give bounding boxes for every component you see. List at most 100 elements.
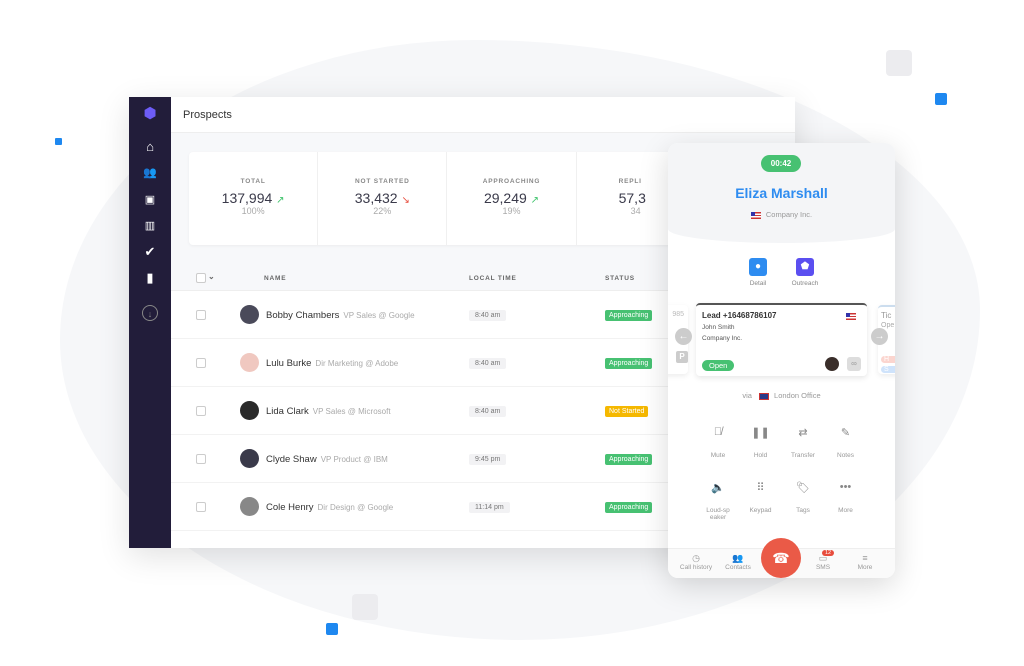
prospect-name[interactable]: Lida Clark VP Sales @ Microsoft (266, 406, 391, 417)
control-more[interactable]: ••• More (821, 481, 871, 514)
status-badge: Approaching (605, 310, 653, 321)
detail-button[interactable]: ● Detail (738, 258, 778, 287)
call-timer: 00:42 (761, 155, 801, 172)
prospect-title: VP Product @ IBM (320, 455, 388, 464)
lead-phone: Lead +16468786107 (702, 311, 777, 320)
decor-square (886, 50, 912, 76)
stat-label: TOTAL (240, 178, 266, 185)
chevron-down-icon[interactable]: ⌄ (208, 272, 216, 281)
prev-arrow-icon[interactable]: ← (675, 328, 692, 345)
lead-card[interactable]: Lead +16468786107 John Smith Company Inc… (696, 303, 867, 376)
nav-contacts[interactable]: 👥 Contacts (716, 553, 760, 571)
library-icon[interactable]: ▥ (142, 218, 158, 234)
lead-status-badge: Open (702, 360, 735, 371)
trend-up-icon: ↗ (276, 195, 285, 206)
control-label: Loud-speaker (706, 507, 730, 521)
control-label: Mute (710, 452, 726, 459)
next-card-chip: H (881, 356, 895, 363)
stat-approaching[interactable]: APPROACHING 29,249 ↗ 19% (447, 152, 577, 245)
name-text: Bobby Chambers (266, 310, 340, 321)
row-checkbox[interactable] (196, 310, 206, 320)
col-local-time[interactable]: LOCAL TIME (469, 275, 517, 282)
name-text: Lulu Burke (266, 358, 312, 369)
hangup-button[interactable]: ☎ (761, 538, 801, 578)
prospect-title: Dir Marketing @ Adobe (315, 359, 399, 368)
status-badge: Approaching (605, 454, 653, 465)
row-checkbox[interactable] (196, 358, 206, 368)
contact-company: Company Inc. (765, 210, 813, 219)
decor-square (55, 138, 62, 145)
contacts-icon: 👥 (732, 553, 744, 563)
page-title: Prospects (171, 97, 795, 133)
download-icon[interactable]: ↓ (142, 305, 158, 321)
lead-name: John Smith (702, 324, 735, 331)
nav-label: SMS (815, 564, 831, 571)
contact-name[interactable]: Eliza Marshall (668, 185, 895, 201)
check-icon[interactable]: ✔ (142, 244, 158, 260)
next-card-chip: S (881, 366, 895, 373)
nav-label: More (857, 564, 873, 571)
next-card-text: Tic (881, 311, 892, 320)
col-name[interactable]: NAME (264, 275, 286, 282)
status-badge: Not Started (605, 406, 649, 417)
sms-badge: 12 (822, 550, 835, 556)
prospect-name[interactable]: Lulu Burke Dir Marketing @ Adobe (266, 358, 398, 369)
row-checkbox[interactable] (196, 454, 206, 464)
nav-call-history[interactable]: ◷ Call history (674, 553, 718, 571)
local-time: 8:40 am (469, 358, 507, 369)
control-label: More (838, 507, 853, 514)
us-flag-icon (846, 313, 856, 320)
status-badge: Approaching (605, 358, 653, 369)
logo-icon: ⬢ (143, 105, 157, 122)
via-label: via (742, 391, 752, 400)
prospect-title: Dir Design @ Google (317, 503, 394, 512)
prospect-title: VP Sales @ Google (343, 311, 415, 320)
prospect-name[interactable]: Cole Henry Dir Design @ Google (266, 502, 393, 513)
outreach-button[interactable]: ⬟ Outreach (785, 258, 825, 287)
via-office[interactable]: London Office (774, 391, 821, 400)
local-time: 8:40 am (469, 310, 507, 321)
control-label: Hold (753, 452, 768, 459)
avatar (240, 497, 259, 516)
next-arrow-icon[interactable]: → (871, 328, 888, 345)
col-status[interactable]: STATUS (605, 275, 635, 282)
trend-up-icon: ↗ (530, 195, 540, 206)
prospect-name[interactable]: Bobby Chambers VP Sales @ Google (266, 310, 415, 321)
trend-down-icon: ↘ (401, 195, 410, 206)
link-icon[interactable]: ∞ (847, 357, 861, 371)
chart-icon[interactable]: ▮ (142, 270, 158, 286)
nav-more[interactable]: ≡ More (843, 553, 887, 571)
home-icon[interactable]: ⌂ (142, 139, 158, 155)
local-time: 11:14 pm (469, 502, 510, 513)
action-label: Outreach (791, 280, 819, 287)
phone-hangup-icon: ☎ (772, 550, 790, 566)
decor-square (352, 594, 378, 620)
people-icon[interactable]: 👥 (142, 165, 158, 181)
row-checkbox[interactable] (196, 406, 206, 416)
avatar (240, 401, 259, 420)
stat-label: NOT STARTED (355, 178, 410, 185)
stat-label: APPROACHING (482, 178, 541, 185)
us-flag-icon (750, 211, 761, 219)
name-text: Lida Clark (266, 406, 309, 417)
stat-value: 137,994 (221, 190, 273, 206)
local-time: 9:45 pm (469, 454, 507, 465)
menu-icon: ≡ (862, 553, 868, 563)
row-checkbox[interactable] (196, 502, 206, 512)
prospect-title: VP Sales @ Microsoft (312, 407, 391, 416)
control-notes[interactable]: ✎ Notes (821, 426, 871, 459)
dialer-panel: 00:42 Eliza Marshall Company Inc. ● Detai… (668, 143, 895, 578)
decor-square (326, 623, 338, 635)
stat-value: 33,432 (354, 190, 398, 206)
briefcase-icon[interactable]: ▣ (142, 192, 158, 208)
name-text: Cole Henry (266, 502, 314, 513)
control-label: Transfer (791, 452, 815, 459)
outreach-icon: ⬟ (796, 258, 814, 276)
prospect-name[interactable]: Clyde Shaw VP Product @ IBM (266, 454, 388, 465)
nav-label: Contacts (725, 564, 751, 571)
select-all-checkbox[interactable] (196, 273, 206, 283)
stat-not-started[interactable]: NOT STARTED 33,432 ↘ 22% (318, 152, 448, 245)
dots-icon: ••• (839, 481, 852, 493)
stat-total[interactable]: TOTAL 137,994 ↗ 100% (189, 152, 319, 245)
uk-flag-icon (759, 392, 770, 400)
